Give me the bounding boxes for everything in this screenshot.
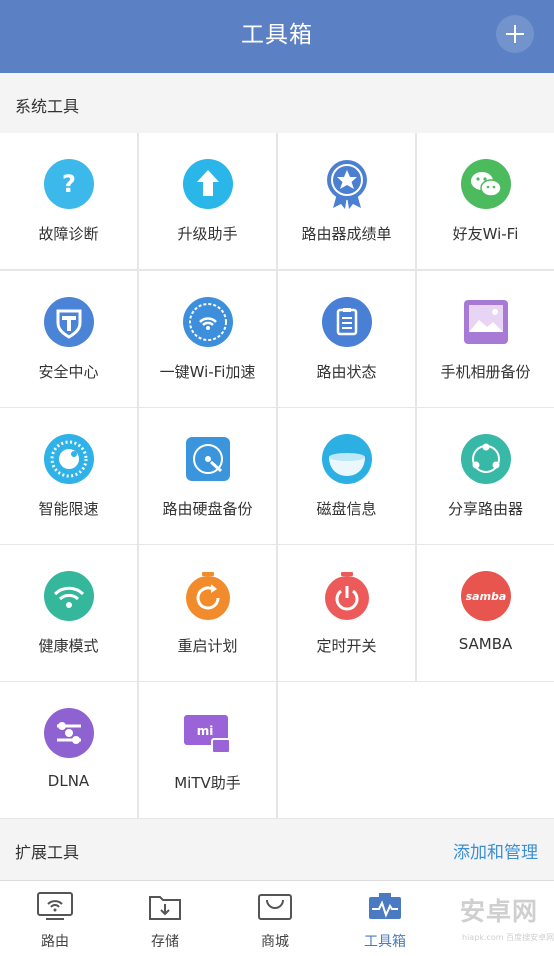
tool-label: 分享路由器 bbox=[447, 500, 523, 518]
tool-item[interactable]: 安全中心 bbox=[0, 271, 137, 407]
tool-item[interactable]: 路由器成绩单 bbox=[278, 133, 415, 269]
clipboard-icon bbox=[321, 296, 373, 348]
tab-store[interactable]: 商城 bbox=[220, 881, 330, 956]
tool-item[interactable]: 磁盘信息 bbox=[278, 408, 415, 544]
svg-text:?: ? bbox=[62, 170, 76, 198]
tool-item[interactable]: 升级助手 bbox=[139, 133, 276, 269]
restart-timer-icon bbox=[182, 570, 234, 622]
tool-item[interactable]: 分享路由器 bbox=[417, 408, 554, 544]
svg-text:mi: mi bbox=[196, 724, 213, 738]
tool-item[interactable]: 重启计划 bbox=[139, 545, 276, 681]
tool-label: 智能限速 bbox=[38, 500, 99, 518]
tool-item[interactable]: DLNA bbox=[0, 682, 137, 818]
tool-item[interactable]: samba SAMBA bbox=[417, 545, 554, 681]
tool-label: SAMBA bbox=[458, 635, 513, 653]
tool-label: 好友Wi-Fi bbox=[452, 225, 519, 243]
tool-label: 安全中心 bbox=[38, 363, 99, 381]
power-timer-icon bbox=[321, 570, 373, 622]
tab-router[interactable]: 路由 bbox=[0, 881, 110, 956]
shield-icon bbox=[43, 296, 95, 348]
tool-item[interactable]: 智能限速 bbox=[0, 408, 137, 544]
section-title-extension: 扩展工具 bbox=[15, 843, 80, 862]
tool-item[interactable]: 健康模式 bbox=[0, 545, 137, 681]
store-tab-icon bbox=[256, 891, 294, 921]
speed-dial-icon bbox=[43, 433, 95, 485]
tab-toolbox[interactable]: 工具箱 bbox=[330, 881, 440, 956]
app-header: 工具箱 bbox=[0, 0, 554, 73]
tool-label: 路由状态 bbox=[316, 363, 377, 381]
tool-item[interactable]: 手机相册备份 bbox=[417, 271, 554, 407]
tab-storage[interactable]: 存储 bbox=[110, 881, 220, 956]
tool-label: 手机相册备份 bbox=[440, 363, 531, 381]
section-title-system: 系统工具 bbox=[15, 97, 80, 116]
tool-label: 定时开关 bbox=[316, 637, 377, 655]
wifi-boost-icon bbox=[182, 296, 234, 348]
hard-disk-icon bbox=[182, 433, 234, 485]
dlna-icon bbox=[43, 707, 95, 759]
tool-label: 健康模式 bbox=[38, 637, 99, 655]
tool-item[interactable]: 路由硬盘备份 bbox=[139, 408, 276, 544]
share-icon bbox=[460, 433, 512, 485]
tool-item[interactable]: 一键Wi-Fi加速 bbox=[139, 271, 276, 407]
question-icon: ? bbox=[43, 158, 95, 210]
system-tools-section-header: 系统工具 bbox=[0, 73, 554, 133]
tool-label: 磁盘信息 bbox=[316, 500, 377, 518]
tool-item[interactable]: 路由状态 bbox=[278, 271, 415, 407]
wifi-health-icon bbox=[43, 570, 95, 622]
tool-label: 重启计划 bbox=[177, 637, 238, 655]
tool-grid: ? 故障诊断 升级助手 路由器成绩单 好友Wi-Fi 安全中心 一键Wi-Fi加速 路由状态 手… bbox=[0, 133, 554, 819]
plus-icon-vertical bbox=[514, 25, 516, 43]
watermark-subtext: hiapk.com 百度搜安卓网 bbox=[462, 933, 554, 942]
tool-item[interactable]: 定时开关 bbox=[278, 545, 415, 681]
award-ribbon-icon bbox=[321, 158, 373, 210]
add-button[interactable] bbox=[496, 15, 534, 53]
tab-label: 商城 bbox=[261, 934, 289, 950]
tool-item[interactable]: ? 故障诊断 bbox=[0, 133, 137, 269]
photo-icon bbox=[460, 296, 512, 348]
tool-item[interactable]: mi MiTV助手 bbox=[139, 682, 276, 818]
router-tab-icon bbox=[36, 891, 74, 921]
tool-label: 路由器成绩单 bbox=[301, 225, 392, 243]
add-and-manage-link[interactable]: 添加和管理 bbox=[453, 838, 538, 863]
disk-bowl-icon bbox=[321, 433, 373, 485]
tab-label: 工具箱 bbox=[364, 934, 406, 950]
tool-label: 升级助手 bbox=[177, 225, 238, 243]
page-title: 工具箱 bbox=[241, 22, 313, 48]
watermark-text: 安卓网 bbox=[460, 897, 539, 926]
mitv-icon: mi bbox=[182, 707, 234, 759]
tool-label: DLNA bbox=[47, 772, 90, 790]
tab-label: 存储 bbox=[151, 934, 179, 950]
toolbox-tab-icon bbox=[366, 891, 404, 921]
extension-tools-section-header: 扩展工具 添加和管理 bbox=[0, 820, 554, 878]
tool-label: 一键Wi-Fi加速 bbox=[159, 363, 256, 381]
watermark-logo: 安卓网 hiapk.com 百度搜安卓网 bbox=[458, 892, 554, 952]
tool-item[interactable]: 好友Wi-Fi bbox=[417, 133, 554, 269]
storage-tab-icon bbox=[146, 891, 184, 921]
tool-label: 路由硬盘备份 bbox=[162, 500, 253, 518]
samba-icon: samba bbox=[460, 570, 512, 622]
tool-label: MiTV助手 bbox=[174, 774, 241, 792]
empty-grid-cell bbox=[278, 682, 554, 818]
tool-label: 故障诊断 bbox=[38, 225, 99, 243]
tab-label: 路由 bbox=[41, 934, 69, 950]
upgrade-arrow-icon bbox=[182, 158, 234, 210]
wechat-icon bbox=[460, 158, 512, 210]
svg-text:samba: samba bbox=[465, 590, 506, 603]
